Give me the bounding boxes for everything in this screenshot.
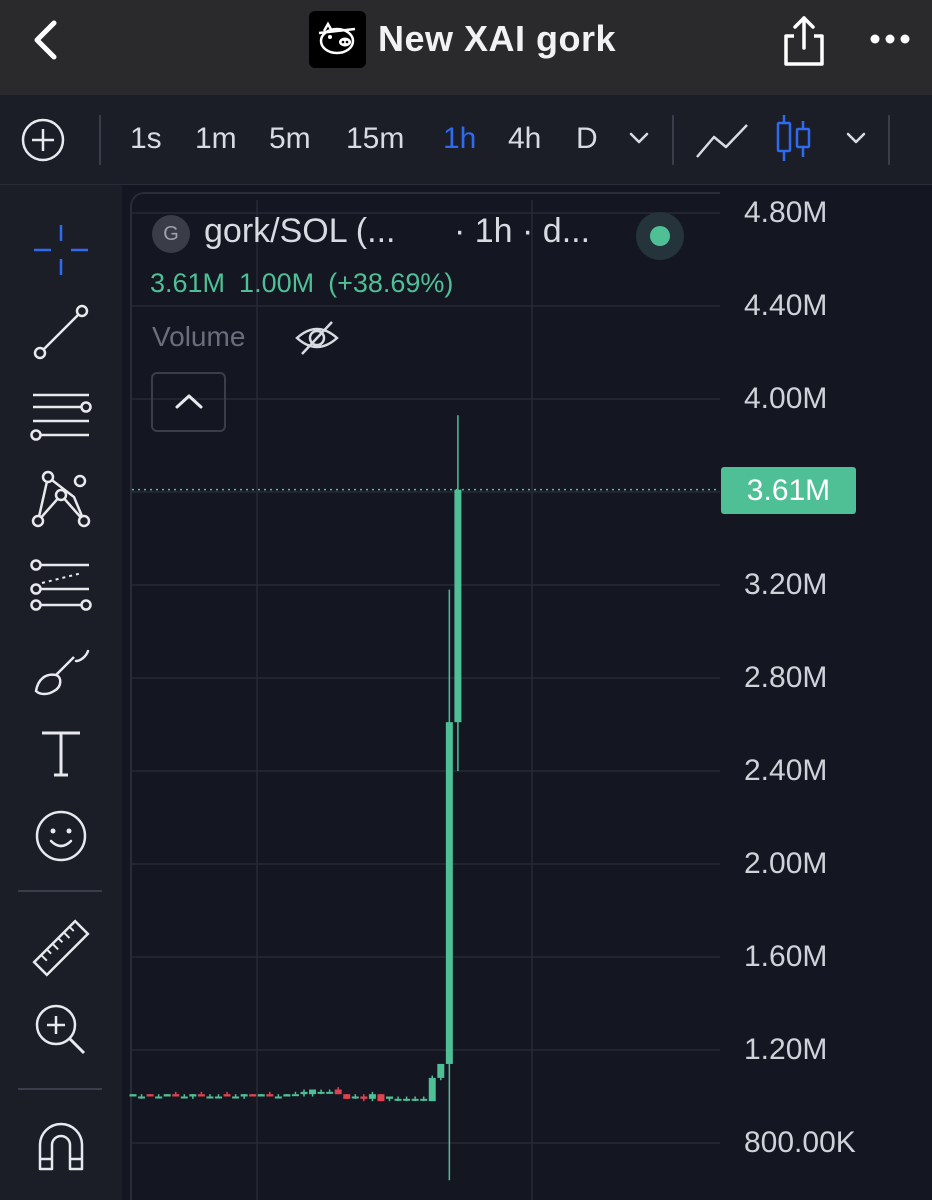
candle-body bbox=[403, 1098, 411, 1101]
y-axis-tick-label: 4.80M bbox=[744, 196, 828, 229]
candle-body bbox=[215, 1096, 222, 1099]
status-dot-icon bbox=[650, 226, 670, 246]
candle-body bbox=[129, 1094, 137, 1097]
y-axis-tick-label: 2.00M bbox=[744, 847, 828, 880]
candle-body bbox=[249, 1094, 257, 1097]
candle-body bbox=[309, 1089, 317, 1095]
y-axis-tick-label: 3.20M bbox=[744, 568, 828, 601]
candle-body bbox=[138, 1096, 146, 1099]
candle-body bbox=[343, 1094, 351, 1099]
candle-body bbox=[317, 1091, 325, 1094]
chevron-up-icon bbox=[175, 394, 203, 409]
candle-body bbox=[326, 1091, 334, 1094]
candle-body bbox=[420, 1098, 428, 1101]
symbol-avatar: G bbox=[152, 215, 190, 253]
candle-body bbox=[223, 1094, 231, 1097]
candle-body bbox=[274, 1096, 282, 1099]
candle-body bbox=[300, 1091, 308, 1095]
candle-body bbox=[428, 1077, 436, 1102]
symbol-legend[interactable]: G gork/SOL (... · 1h · d... bbox=[152, 212, 712, 260]
symbol-name: gork/SOL (... bbox=[204, 212, 396, 250]
y-axis-tick-label: 1.20M bbox=[744, 1033, 828, 1066]
candle-body bbox=[189, 1094, 197, 1097]
candle-body bbox=[291, 1094, 299, 1097]
candle-body bbox=[437, 1063, 445, 1078]
candle-body bbox=[163, 1094, 171, 1097]
candle-body bbox=[445, 722, 453, 1064]
candle-body bbox=[454, 489, 462, 723]
y-axis-tick-label: 2.80M bbox=[744, 661, 828, 694]
candle-body bbox=[240, 1094, 248, 1097]
y-axis-tick-label: 4.00M bbox=[744, 382, 828, 415]
candle-body bbox=[180, 1096, 188, 1099]
candle-body bbox=[232, 1096, 240, 1099]
volume-visibility-toggle[interactable] bbox=[294, 318, 340, 358]
candle-body bbox=[360, 1096, 368, 1099]
y-axis-tick-label: 2.40M bbox=[744, 754, 828, 787]
candle-body bbox=[206, 1096, 214, 1099]
candle-body bbox=[257, 1094, 265, 1097]
y-axis-tick-label: 1.60M bbox=[744, 940, 828, 973]
candle-body bbox=[411, 1098, 419, 1101]
candle-body bbox=[334, 1089, 342, 1095]
eye-off-icon bbox=[295, 321, 339, 355]
candle-body bbox=[155, 1096, 163, 1099]
candle-body bbox=[146, 1094, 154, 1097]
candle-body bbox=[172, 1094, 180, 1097]
y-axis-tick-label: 4.40M bbox=[744, 289, 828, 322]
symbol-meta: · 1h · d... bbox=[454, 212, 591, 250]
price-change: 1.00M bbox=[239, 268, 315, 298]
candle-body bbox=[197, 1094, 205, 1097]
collapse-legend-button[interactable] bbox=[151, 372, 226, 432]
candle-body bbox=[386, 1096, 393, 1099]
candle-body bbox=[351, 1096, 359, 1099]
candle-body bbox=[283, 1094, 291, 1097]
y-axis-tick-label: 800.00K bbox=[744, 1126, 856, 1159]
price-change-percent: (+38.69%) bbox=[328, 268, 454, 298]
candle-body bbox=[394, 1098, 402, 1101]
volume-label: Volume bbox=[152, 321, 246, 352]
last-price: 3.61M bbox=[150, 268, 226, 298]
price-summary: 3.61M 1.00M (+38.69%) bbox=[150, 268, 467, 299]
market-status bbox=[636, 212, 684, 260]
candle-body bbox=[266, 1094, 274, 1097]
current-price-tag: 3.61M bbox=[721, 467, 856, 514]
candle-body bbox=[368, 1094, 376, 1099]
candle-body bbox=[377, 1094, 385, 1102]
